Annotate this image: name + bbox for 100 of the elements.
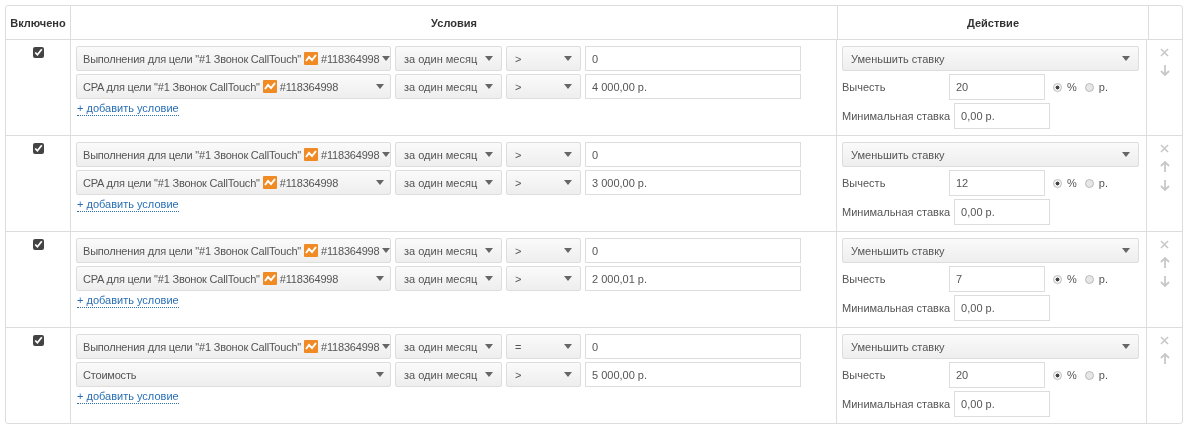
caret-icon [376, 372, 384, 377]
caret-icon [1122, 248, 1130, 253]
enabled-checkbox[interactable] [32, 143, 44, 154]
action-dropdown[interactable]: Уменьшить ставку [842, 238, 1139, 263]
metric-dropdown[interactable]: Выполнения для цели "#1 Звонок CallTouch" #118364998 [76, 334, 391, 359]
operator-dropdown[interactable]: > [506, 362, 581, 387]
column-header: Включено [10, 16, 66, 29]
metric-dropdown[interactable]: Выполнения для цели "#1 Звонок CallTouch" #118364998 [76, 46, 391, 71]
value-field[interactable]: 0 [585, 238, 801, 263]
up-arrow-icon[interactable] [1159, 353, 1170, 364]
unit-radio[interactable]: р. [1084, 81, 1108, 93]
action-dropdown[interactable]: Уменьшить ставку [842, 142, 1139, 167]
period-dropdown[interactable]: за один месяц [395, 266, 502, 291]
subtract-field[interactable]: 20 [949, 74, 1045, 100]
unit-radio[interactable]: р. [1084, 177, 1108, 189]
up-arrow-icon[interactable] [1159, 161, 1170, 172]
metric-dropdown[interactable]: Выполнения для цели "#1 Звонок CallTouch" #118364998 [76, 142, 391, 167]
chart-icon [304, 148, 319, 161]
column-header: Условия [431, 16, 477, 29]
operator-dropdown[interactable]: > [506, 238, 581, 263]
caret-icon [564, 344, 572, 349]
add-condition-link[interactable]: + добавить условие [77, 102, 179, 116]
up-arrow-icon[interactable] [1159, 257, 1170, 268]
subtract-field[interactable]: 12 [949, 170, 1045, 196]
operator-dropdown[interactable]: > [506, 74, 581, 99]
caret-icon [564, 84, 572, 89]
unit-radio[interactable]: р. [1084, 369, 1108, 381]
min-bid-label: Минимальная ставка [842, 110, 951, 122]
caret-icon [485, 84, 493, 89]
caret-icon [564, 248, 572, 253]
caret-icon [382, 344, 391, 349]
period-dropdown[interactable]: за один месяц [395, 46, 502, 71]
close-icon[interactable] [1160, 144, 1169, 153]
subtract-label: Вычесть [842, 81, 887, 93]
min-bid-field[interactable]: 0,00 р. [954, 103, 1051, 129]
close-icon[interactable] [1160, 336, 1169, 345]
caret-icon [564, 56, 572, 61]
value-field[interactable]: 2 000,01 р. [585, 266, 801, 291]
subtract-label: Вычесть [842, 369, 887, 381]
value-field[interactable]: 4 000,00 р. [585, 74, 801, 99]
action-dropdown[interactable]: Уменьшить ставку [842, 334, 1139, 359]
period-dropdown[interactable]: за один месяц [395, 142, 502, 167]
subtract-label: Вычесть [842, 177, 887, 189]
operator-dropdown[interactable]: > [506, 142, 581, 167]
caret-icon [1122, 56, 1130, 61]
caret-icon [1122, 152, 1130, 157]
unit-radio[interactable]: % [1053, 177, 1077, 189]
metric-dropdown[interactable]: CPA для цели "#1 Звонок CallTouch" #118364998 [76, 74, 391, 99]
down-arrow-icon[interactable] [1159, 180, 1170, 191]
period-dropdown[interactable]: за один месяц [395, 74, 502, 99]
min-bid-field[interactable]: 0,00 р. [954, 295, 1051, 321]
caret-icon [382, 248, 391, 253]
caret-icon [485, 180, 493, 185]
chart-icon [304, 52, 319, 65]
unit-radio[interactable]: % [1053, 273, 1077, 285]
period-dropdown[interactable]: за один месяц [395, 362, 502, 387]
subtract-field[interactable]: 20 [949, 362, 1045, 388]
value-field[interactable]: 0 [585, 46, 801, 71]
caret-icon [564, 276, 572, 281]
close-icon[interactable] [1160, 48, 1169, 57]
value-field[interactable]: 5 000,00 р. [585, 362, 801, 387]
enabled-checkbox[interactable] [32, 335, 44, 346]
metric-dropdown[interactable]: Выполнения для цели "#1 Звонок CallTouch" #118364998 [76, 238, 391, 263]
unit-radio[interactable]: % [1053, 81, 1077, 93]
caret-icon [485, 344, 493, 349]
value-field[interactable]: 0 [585, 334, 801, 359]
add-condition-link[interactable]: + добавить условие [77, 294, 179, 308]
period-dropdown[interactable]: за один месяц [395, 238, 502, 263]
value-field[interactable]: 3 000,00 р. [585, 170, 801, 195]
down-arrow-icon[interactable] [1159, 276, 1170, 287]
caret-icon [564, 152, 572, 157]
unit-radio[interactable]: % [1053, 369, 1077, 381]
subtract-label: Вычесть [842, 273, 887, 285]
caret-icon [376, 180, 384, 185]
close-icon[interactable] [1160, 240, 1169, 249]
metric-dropdown[interactable]: Стоимость [76, 362, 391, 387]
chart-icon [262, 272, 277, 285]
operator-dropdown[interactable]: = [506, 334, 581, 359]
enabled-checkbox[interactable] [32, 47, 44, 58]
min-bid-field[interactable]: 0,00 р. [954, 199, 1051, 225]
add-condition-link[interactable]: + добавить условие [77, 390, 179, 404]
operator-dropdown[interactable]: > [506, 46, 581, 71]
min-bid-field[interactable]: 0,00 р. [954, 391, 1051, 417]
period-dropdown[interactable]: за один месяц [395, 170, 502, 195]
subtract-field[interactable]: 7 [949, 266, 1045, 292]
metric-dropdown[interactable]: CPA для цели "#1 Звонок CallTouch" #118364998 [76, 266, 391, 291]
value-field[interactable]: 0 [585, 142, 801, 167]
chart-icon [304, 340, 319, 353]
unit-radio[interactable]: р. [1084, 273, 1108, 285]
operator-dropdown[interactable]: > [506, 170, 581, 195]
operator-dropdown[interactable]: > [506, 266, 581, 291]
down-arrow-icon[interactable] [1159, 65, 1170, 76]
action-dropdown[interactable]: Уменьшить ставку [842, 46, 1139, 71]
min-bid-label: Минимальная ставка [842, 398, 951, 410]
min-bid-label: Минимальная ставка [842, 302, 951, 314]
metric-dropdown[interactable]: CPA для цели "#1 Звонок CallTouch" #118364998 [76, 170, 391, 195]
add-condition-link[interactable]: + добавить условие [77, 198, 179, 212]
enabled-checkbox[interactable] [32, 239, 44, 250]
caret-icon [382, 56, 391, 61]
period-dropdown[interactable]: за один месяц [395, 334, 502, 359]
